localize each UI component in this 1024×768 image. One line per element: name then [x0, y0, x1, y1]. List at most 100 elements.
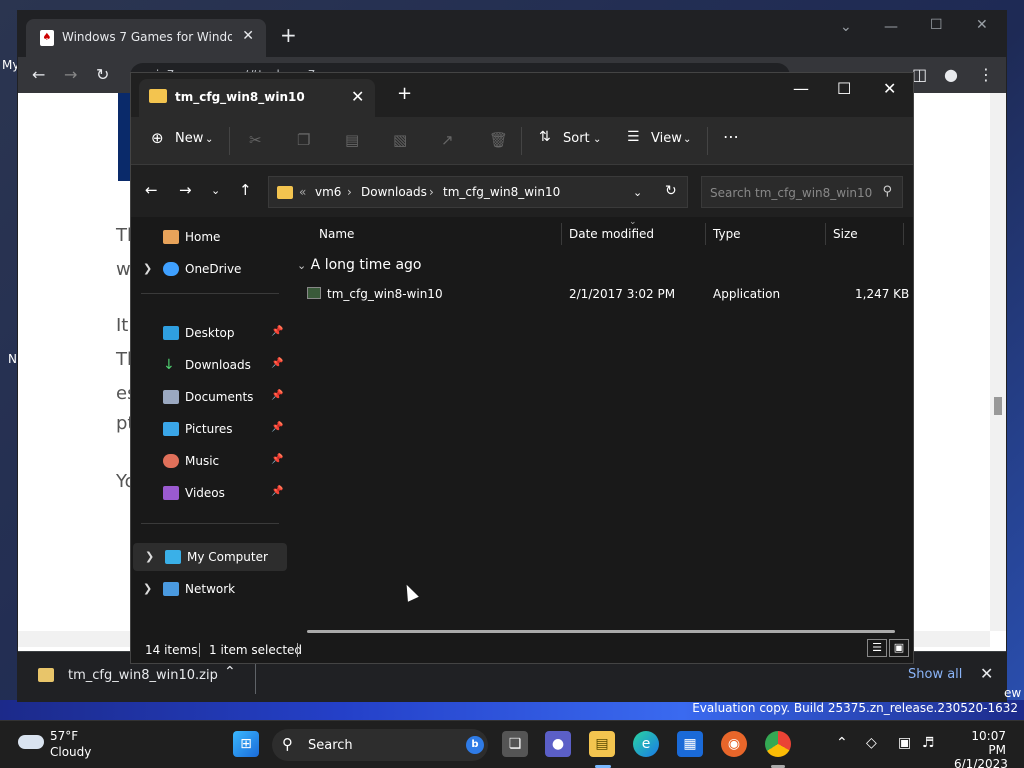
chrome-icon[interactable] — [765, 731, 791, 757]
network-off-icon[interactable]: ◇ — [866, 735, 877, 751]
picture-icon — [163, 422, 179, 436]
taskbar-search[interactable]: ⚲ Search b — [272, 729, 488, 761]
breadcrumb-overflow[interactable]: « — [299, 185, 306, 199]
view-button[interactable]: View — [651, 131, 682, 146]
display-icon[interactable]: ▣ — [898, 735, 911, 751]
paste-icon[interactable]: ▤ — [345, 131, 359, 149]
maximize-icon[interactable]: ☐ — [930, 17, 943, 33]
pin-icon: 📌 — [271, 422, 284, 433]
chevron-up-icon[interactable]: ⌃ — [224, 664, 236, 680]
delete-icon[interactable]: 🗑 — [489, 131, 508, 149]
chevron-down-icon[interactable]: ⌄ — [297, 259, 306, 272]
firefox-icon[interactable]: ◉ — [721, 731, 747, 757]
chevron-right-icon[interactable]: ❯ — [143, 262, 152, 275]
search-input[interactable]: Search tm_cfg_win8_win10 — [710, 186, 872, 200]
volume-icon[interactable]: ♬ — [922, 735, 935, 751]
address-box[interactable]: « vm6 › Downloads › tm_cfg_win8_win10 ⌄ … — [268, 176, 688, 208]
share-icon[interactable]: ↗ — [441, 131, 454, 149]
explorer-tab[interactable]: tm_cfg_win8_win10 ✕ — [139, 79, 375, 117]
file-explorer-icon[interactable]: ▤ — [589, 731, 615, 757]
column-header-type[interactable]: Type — [713, 227, 741, 241]
nav-item-downloads[interactable]: ↓ Downloads 📌 — [131, 351, 289, 379]
close-window-icon[interactable]: ✕ — [976, 17, 988, 33]
nav-item-desktop[interactable]: Desktop 📌 — [131, 319, 289, 347]
maximize-icon[interactable]: ☐ — [837, 79, 851, 98]
copy-icon[interactable]: ❐ — [297, 131, 310, 149]
chrome-tab[interactable]: ♠ Windows 7 Games for Windows ✕ — [26, 19, 266, 57]
breadcrumb-item[interactable]: tm_cfg_win8_win10 — [443, 185, 560, 199]
chevron-right-icon[interactable]: ❯ — [143, 582, 152, 595]
chevron-right-icon: › — [429, 185, 434, 199]
nav-item-documents[interactable]: Documents 📌 — [131, 383, 289, 411]
nav-item-onedrive[interactable]: ❯ OneDrive — [131, 255, 289, 283]
new-button[interactable]: New — [175, 131, 203, 146]
column-divider[interactable] — [561, 223, 562, 245]
column-header-date[interactable]: Date modified — [569, 227, 654, 241]
nav-item-network[interactable]: ❯ Network — [131, 575, 289, 603]
chevron-down-icon[interactable]: ⌄ — [593, 134, 601, 145]
back-arrow-icon[interactable]: ← — [145, 181, 158, 199]
download-filename[interactable]: tm_cfg_win8_win10.zip — [68, 668, 218, 683]
taskbar-search-label: Search — [308, 738, 353, 753]
vertical-scrollbar[interactable] — [990, 93, 1006, 631]
recent-locations-icon[interactable]: ⌄ — [211, 184, 220, 197]
edge-icon[interactable]: e — [633, 731, 659, 757]
menu-icon[interactable]: ⋮ — [978, 65, 994, 84]
chevron-down-icon[interactable]: ⌄ — [633, 186, 642, 199]
breadcrumb-item[interactable]: Downloads — [361, 185, 427, 199]
item-count: 14 items — [145, 643, 198, 657]
column-divider[interactable] — [825, 223, 826, 245]
store-icon[interactable]: ▦ — [677, 731, 703, 757]
close-icon[interactable]: ✕ — [242, 28, 254, 44]
task-view-icon[interactable]: ❏ — [502, 731, 528, 757]
column-header-size[interactable]: Size — [833, 227, 858, 241]
column-header-name[interactable]: Name — [319, 227, 354, 241]
nav-item-home[interactable]: Home — [131, 223, 289, 251]
chevron-right-icon[interactable]: ❯ — [145, 550, 154, 563]
refresh-icon[interactable]: ↻ — [665, 183, 677, 199]
new-tab-button[interactable]: + — [280, 23, 297, 47]
column-divider[interactable] — [705, 223, 706, 245]
group-header[interactable]: ⌄ A long time ago — [297, 257, 421, 273]
sidepanel-icon[interactable]: ◫ — [912, 65, 927, 84]
status-bar: 14 items 1 item selected ☰ ▣ — [131, 633, 913, 663]
chevron-down-icon[interactable]: ⌄ — [840, 19, 852, 35]
breadcrumb-item[interactable]: vm6 — [315, 185, 341, 199]
profile-icon[interactable]: ● — [944, 65, 958, 84]
up-arrow-icon[interactable]: ↑ — [239, 181, 252, 199]
clock[interactable]: 10:07 PM 6/1/2023 — [954, 729, 1008, 768]
bing-icon[interactable]: b — [466, 736, 484, 754]
back-arrow-icon[interactable]: ← — [32, 65, 45, 84]
rename-icon[interactable]: ▧ — [393, 131, 407, 149]
sort-button[interactable]: Sort — [563, 131, 590, 146]
start-button[interactable]: ⊞ — [233, 731, 259, 757]
new-tab-button[interactable]: + — [397, 83, 412, 104]
chevron-down-icon[interactable]: ⌄ — [683, 134, 691, 145]
large-icons-view-icon[interactable]: ▣ — [889, 639, 909, 657]
nav-item-my-computer[interactable]: ❯ My Computer — [133, 543, 287, 571]
nav-item-music[interactable]: Music 📌 — [131, 447, 289, 475]
file-row[interactable]: tm_cfg_win8-win10 2/1/2017 3:02 PM Appli… — [303, 283, 909, 307]
minimize-icon[interactable]: — — [793, 79, 809, 98]
column-divider[interactable] — [903, 223, 904, 245]
chevron-down-icon[interactable]: ⌄ — [205, 134, 213, 145]
more-options-icon[interactable]: ⋯ — [723, 127, 739, 146]
forward-arrow-icon[interactable]: → — [64, 65, 77, 84]
chevron-up-icon[interactable]: ⌃ — [836, 735, 848, 751]
scroll-thumb[interactable] — [994, 397, 1002, 415]
reload-icon[interactable]: ↻ — [96, 65, 109, 84]
close-icon[interactable]: ✕ — [980, 664, 993, 683]
nav-item-pictures[interactable]: Pictures 📌 — [131, 415, 289, 443]
cut-icon[interactable]: ✂ — [249, 131, 262, 149]
close-window-icon[interactable]: ✕ — [883, 79, 896, 98]
forward-arrow-icon[interactable]: → — [179, 181, 192, 199]
search-box[interactable]: Search tm_cfg_win8_win10 ⚲ — [701, 176, 903, 208]
show-all-link[interactable]: Show all — [908, 667, 962, 682]
details-view-icon[interactable]: ☰ — [867, 639, 887, 657]
nav-item-label: OneDrive — [185, 262, 242, 276]
close-icon[interactable]: ✕ — [351, 87, 364, 106]
minimize-icon[interactable]: — — [884, 19, 898, 35]
music-icon — [163, 454, 179, 468]
teams-icon[interactable]: ● — [545, 731, 571, 757]
nav-item-videos[interactable]: Videos 📌 — [131, 479, 289, 507]
